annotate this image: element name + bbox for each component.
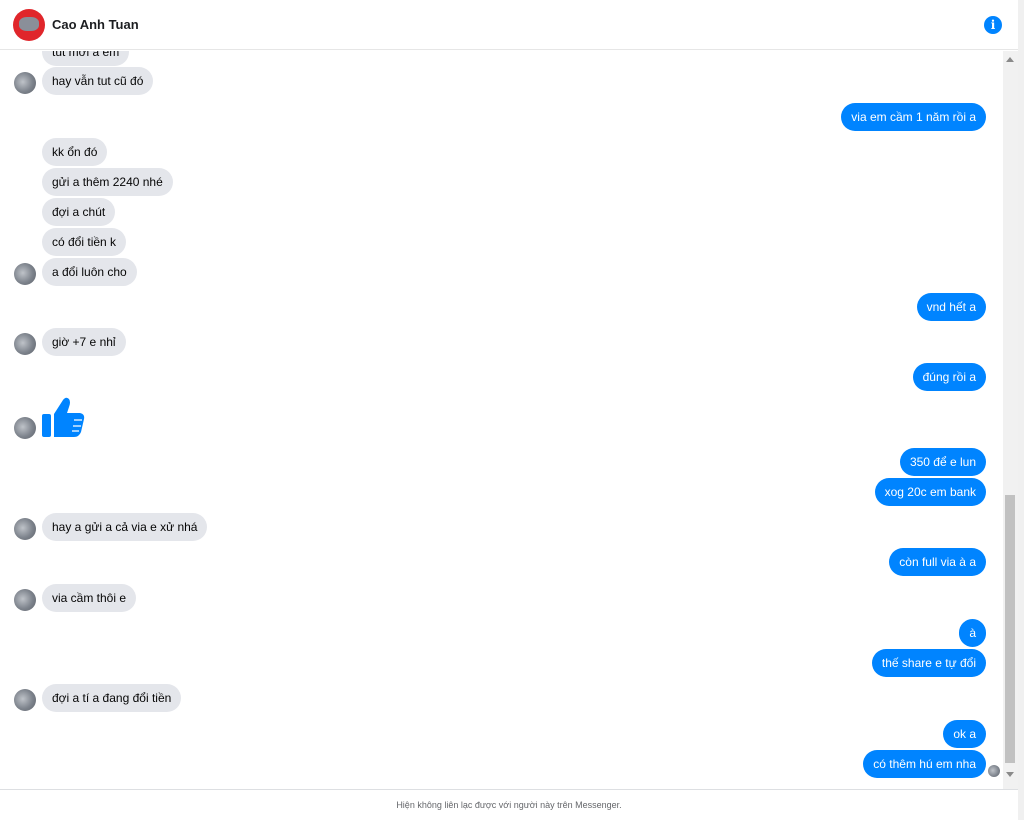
message-bubble[interactable]: đợi a tí a đang đổi tiền: [42, 684, 182, 712]
message-row: còn full via à a: [403, 548, 1003, 576]
sender-avatar[interactable]: [14, 333, 36, 355]
message-bubble[interactable]: via cầm thôi e: [42, 584, 137, 612]
message-row: via em cầm 1 năm rồi a: [403, 103, 1003, 131]
message-bubble[interactable]: vnd hết a: [916, 293, 986, 321]
sender-avatar[interactable]: [14, 689, 36, 711]
scrollbar[interactable]: [1003, 51, 1018, 789]
message-bubble[interactable]: thế share e tự đổi: [871, 649, 986, 677]
contact-avatar[interactable]: [13, 9, 45, 41]
message-bubble[interactable]: 350 để e lun: [899, 448, 986, 476]
seen-indicator-avatar: [988, 765, 1000, 777]
message-row: vnd hết a: [403, 293, 1003, 321]
scroll-up-arrow-icon[interactable]: [1006, 57, 1014, 62]
message-row: giờ +7 e nhỉ: [0, 328, 600, 356]
window-edge: [1018, 0, 1024, 820]
thumbs-up-icon[interactable]: [40, 394, 86, 440]
message-row: có đổi tiền k: [0, 228, 600, 256]
message-row: hay vẫn tut cũ đó: [0, 67, 600, 95]
message-bubble[interactable]: tut mới a em: [42, 51, 130, 66]
message-row: à: [403, 619, 1003, 647]
message-bubble[interactable]: hay a gửi a cả via e xử nhá: [42, 513, 208, 541]
message-bubble[interactable]: à: [959, 619, 986, 647]
message-row: hay a gửi a cả via e xử nhá: [0, 513, 600, 541]
message-bubble[interactable]: hay vẫn tut cũ đó: [42, 67, 154, 95]
message-row: tut mới a em: [0, 51, 600, 66]
message-bubble[interactable]: xog 20c em bank: [874, 478, 986, 506]
message-bubble[interactable]: a đổi luôn cho: [42, 258, 137, 286]
message-row: đợi a chút: [0, 198, 600, 226]
sender-avatar[interactable]: [14, 72, 36, 94]
scroll-down-arrow-icon[interactable]: [1006, 772, 1014, 777]
info-icon[interactable]: i: [984, 16, 1002, 34]
sender-avatar[interactable]: [14, 589, 36, 611]
message-bubble[interactable]: còn full via à a: [889, 548, 986, 576]
message-row: thế share e tự đổi: [403, 649, 1003, 677]
message-bubble[interactable]: đúng rồi a: [912, 363, 986, 391]
message-row: kk ổn đó: [0, 138, 600, 166]
message-row: via cầm thôi e: [0, 584, 600, 612]
unavailable-notice: Hiện không liên lạc được với người này t…: [0, 789, 1018, 820]
message-bubble[interactable]: gửi a thêm 2240 nhé: [42, 168, 173, 196]
message-row: 350 để e lun: [403, 448, 1003, 476]
message-bubble[interactable]: via em cầm 1 năm rồi a: [841, 103, 986, 131]
chat-header: Cao Anh Tuan i: [0, 0, 1024, 50]
contact-name[interactable]: Cao Anh Tuan: [52, 17, 139, 32]
message-bubble[interactable]: đợi a chút: [42, 198, 116, 226]
sender-avatar[interactable]: [14, 417, 36, 439]
scrollbar-thumb[interactable]: [1005, 495, 1015, 763]
message-row: a đổi luôn cho: [0, 258, 600, 286]
sender-avatar[interactable]: [14, 263, 36, 285]
message-thread[interactable]: tut mới a em hay vẫn tut cũ đó via em cầ…: [0, 51, 1003, 789]
message-row: đúng rồi a: [403, 363, 1003, 391]
message-bubble[interactable]: kk ổn đó: [42, 138, 108, 166]
sender-avatar[interactable]: [14, 518, 36, 540]
message-bubble[interactable]: có thêm hú em nha: [863, 750, 986, 778]
message-bubble[interactable]: giờ +7 e nhỉ: [42, 328, 126, 356]
message-row: đợi a tí a đang đổi tiền: [0, 684, 600, 712]
message-row: gửi a thêm 2240 nhé: [0, 168, 600, 196]
message-row: ok a: [403, 720, 1003, 748]
message-bubble[interactable]: có đổi tiền k: [42, 228, 127, 256]
message-bubble[interactable]: ok a: [943, 720, 986, 748]
message-row: có thêm hú em nha: [403, 750, 1003, 778]
message-row: xog 20c em bank: [403, 478, 1003, 506]
